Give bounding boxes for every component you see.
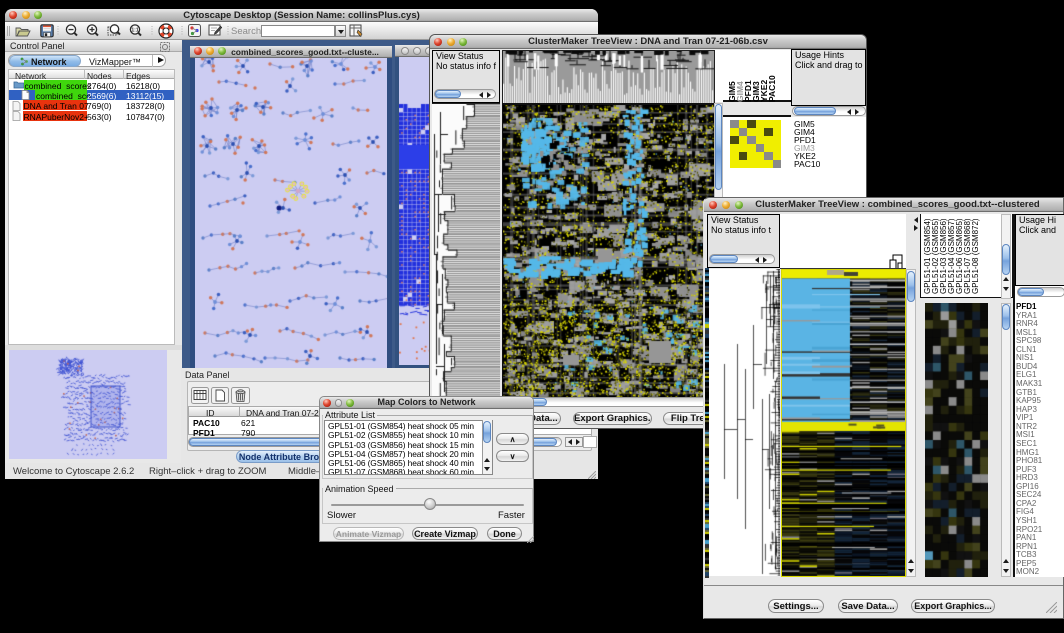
svg-text:1:1: 1:1 [131,28,138,34]
